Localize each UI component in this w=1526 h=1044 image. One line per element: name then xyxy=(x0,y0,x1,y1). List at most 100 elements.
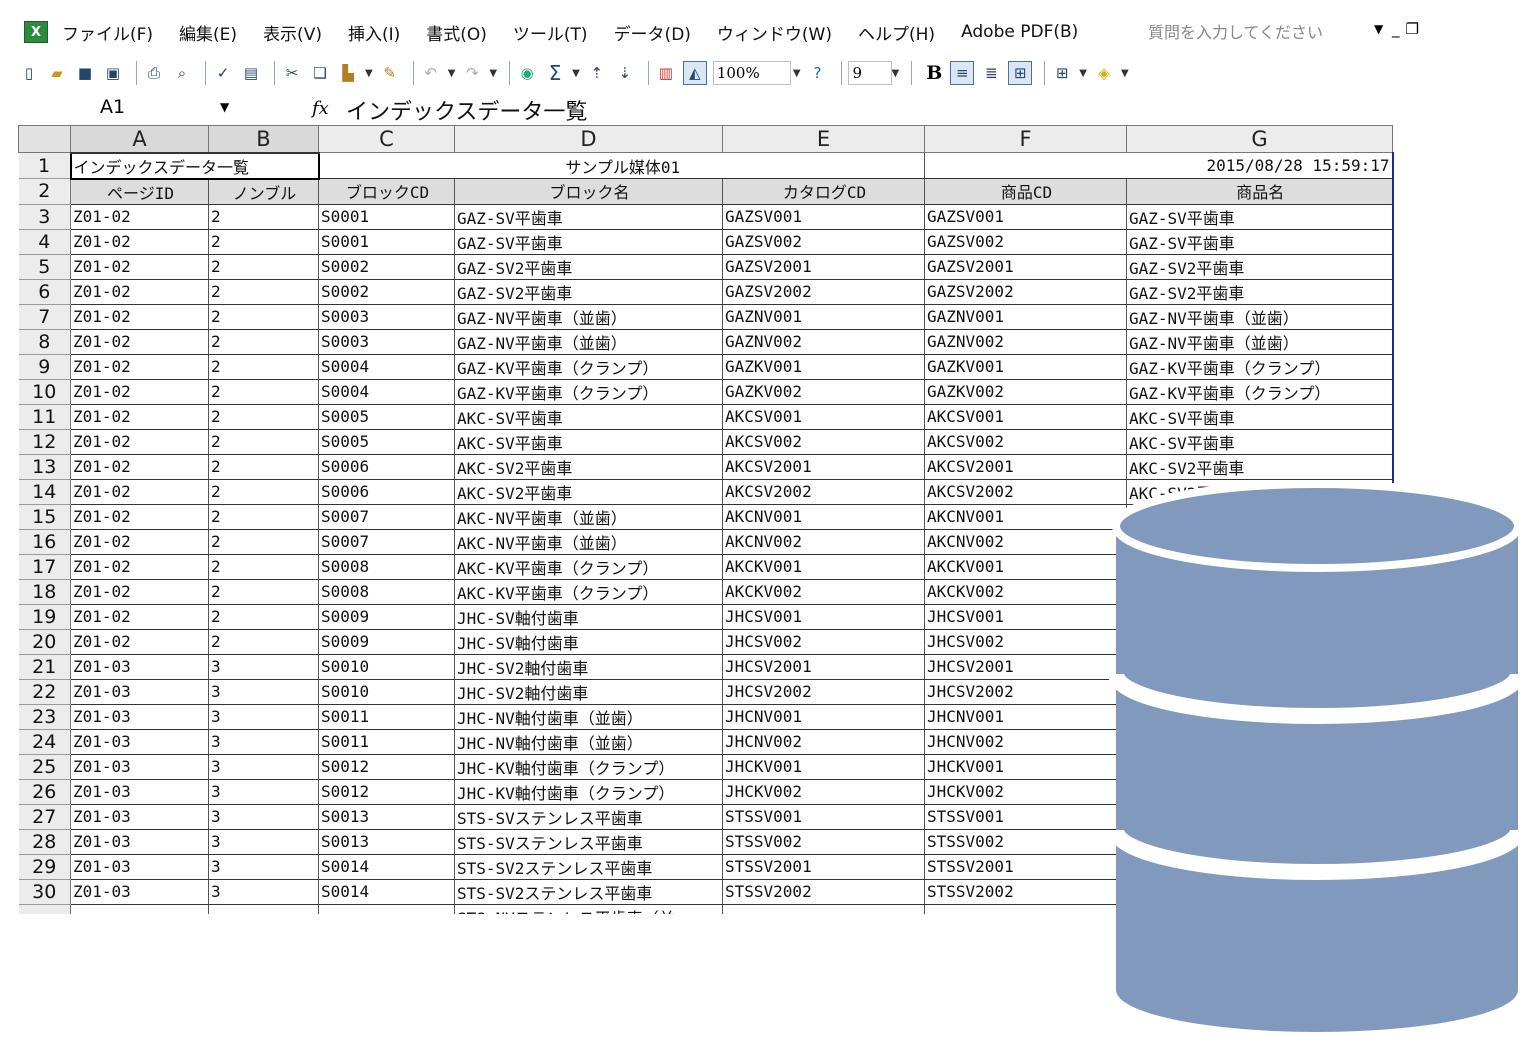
cell-product-cd[interactable]: AKCSV001 xyxy=(924,404,1127,430)
help-icon[interactable]: ? xyxy=(807,62,829,84)
cell-product-cd[interactable]: GAZSV2001 xyxy=(924,254,1127,280)
cell-product-cd[interactable]: STSSV002 xyxy=(924,829,1127,855)
cell-nombre[interactable]: 3 xyxy=(208,654,319,680)
cut-icon[interactable]: ✂ xyxy=(281,62,303,84)
column-header-b[interactable]: B xyxy=(208,125,319,154)
cell-product-name[interactable]: GAZ-SV2平歯車 xyxy=(1126,254,1394,280)
cell-product-cd[interactable]: JHCSV001 xyxy=(924,604,1127,630)
header-cell-catalog-cd[interactable]: カタログCD xyxy=(722,178,925,205)
cell-catalog-cd[interactable] xyxy=(722,904,925,914)
cell-block-cd[interactable]: S0006 xyxy=(318,479,455,505)
cell-block-cd[interactable]: S0011 xyxy=(318,704,455,730)
cell-nombre[interactable]: 2 xyxy=(208,204,319,230)
chart-wizard-icon[interactable]: ▥ xyxy=(655,62,677,84)
cell-page-id[interactable]: Z01-02 xyxy=(70,204,209,230)
cell-nombre[interactable]: 2 xyxy=(208,504,319,530)
cell-nombre[interactable]: 2 xyxy=(208,304,319,330)
column-header-a[interactable]: A xyxy=(70,125,209,154)
cell-page-id[interactable]: Z01-03 xyxy=(70,654,209,680)
format-painter-icon[interactable]: ✎ xyxy=(379,62,401,84)
copy-icon[interactable]: ❏ xyxy=(309,62,331,84)
cell-block-name[interactable]: AKC-SV平歯車 xyxy=(454,404,723,430)
cell-block-cd[interactable]: S0004 xyxy=(318,354,455,380)
cell-nombre[interactable]: 2 xyxy=(208,229,319,255)
menu-help[interactable]: ヘルプ(H) xyxy=(858,20,935,45)
cell-product-cd[interactable]: JHCSV002 xyxy=(924,629,1127,655)
name-box[interactable]: A1 ▼ xyxy=(18,96,248,122)
row-header[interactable]: 16 xyxy=(18,529,71,555)
cell-catalog-cd[interactable]: GAZKV001 xyxy=(722,354,925,380)
row-header[interactable]: 21 xyxy=(18,654,71,680)
cell-nombre[interactable]: 2 xyxy=(208,354,319,380)
zoom-dropdown-icon[interactable]: ▼ xyxy=(793,68,801,79)
cell-catalog-cd[interactable]: JHCSV002 xyxy=(722,629,925,655)
cell-page-id[interactable]: Z01-03 xyxy=(70,779,209,805)
cell-product-cd[interactable]: JHCKV002 xyxy=(924,779,1127,805)
cell-block-name[interactable]: JHC-NV軸付歯車（並歯） xyxy=(454,704,723,730)
cell-block-name[interactable]: GAZ-KV平歯車（クランプ） xyxy=(454,354,723,380)
row-header[interactable]: 14 xyxy=(18,479,71,505)
cell-catalog-cd[interactable]: JHCNV002 xyxy=(722,729,925,755)
cell-block-name[interactable]: STS-SV2ステンレス平歯車 xyxy=(454,854,723,880)
cell-nombre[interactable]: 3 xyxy=(208,754,319,780)
cell-catalog-cd[interactable]: JHCKV001 xyxy=(722,754,925,780)
drawing-icon[interactable]: ◭ xyxy=(682,61,707,85)
column-header-f[interactable]: F xyxy=(924,125,1127,153)
cell-catalog-cd[interactable]: AKCSV2001 xyxy=(722,454,925,480)
fill-color-icon[interactable]: ◈ xyxy=(1093,62,1115,84)
cell-product-cd[interactable]: AKCNV002 xyxy=(924,529,1127,555)
center-icon[interactable]: ≣ xyxy=(980,62,1002,84)
cell-block-name[interactable]: STS-NVステンレス平歯車（並 xyxy=(454,904,723,914)
cell-catalog-cd[interactable]: JHCSV2002 xyxy=(722,679,925,705)
cell-block-cd[interactable]: S0012 xyxy=(318,779,455,805)
cell-nombre[interactable]: 2 xyxy=(208,404,319,430)
cell-block-cd[interactable]: S0006 xyxy=(318,454,455,480)
print-icon[interactable]: ⎙ xyxy=(143,62,165,84)
cell-block-name[interactable]: GAZ-SV2平歯車 xyxy=(454,254,723,280)
cell-block-name[interactable]: AKC-KV平歯車（クランプ） xyxy=(454,579,723,605)
cell-nombre[interactable]: 3 xyxy=(208,854,319,880)
row-header[interactable]: 12 xyxy=(18,429,71,455)
cell-page-id[interactable]: Z01-02 xyxy=(70,404,209,430)
cell-product-name[interactable]: GAZ-KV平歯車（クランプ） xyxy=(1126,354,1394,380)
row-header[interactable]: 10 xyxy=(18,379,71,405)
cell-nombre[interactable]: 3 xyxy=(208,704,319,730)
cell-product-name[interactable]: GAZ-SV2平歯車 xyxy=(1126,279,1394,305)
cell-block-name[interactable]: AKC-SV2平歯車 xyxy=(454,454,723,480)
cell-block-name[interactable]: STS-SV2ステンレス平歯車 xyxy=(454,879,723,905)
research-icon[interactable]: ▤ xyxy=(240,62,262,84)
cell-catalog-cd[interactable]: AKCNV002 xyxy=(722,529,925,555)
cell-page-id[interactable]: Z01-02 xyxy=(70,629,209,655)
row-header[interactable]: 23 xyxy=(18,704,71,730)
row-header[interactable]: 13 xyxy=(18,454,71,480)
cell-block-name[interactable]: STS-SVステンレス平歯車 xyxy=(454,804,723,830)
cell-product-cd[interactable]: AKCNV001 xyxy=(924,504,1127,530)
cell-page-id[interactable]: Z01-02 xyxy=(70,454,209,480)
autosum-icon[interactable]: Σ xyxy=(544,61,566,85)
cell-page-id[interactable]: Z01-02 xyxy=(70,529,209,555)
cell-block-cd[interactable]: S0007 xyxy=(318,504,455,530)
header-cell-block-cd[interactable]: ブロックCD xyxy=(318,178,455,205)
menu-insert[interactable]: 挿入(I) xyxy=(348,20,400,45)
cell-block-name[interactable]: GAZ-NV平歯車（並歯） xyxy=(454,304,723,330)
cell-nombre[interactable]: 3 xyxy=(208,879,319,905)
cell-catalog-cd[interactable]: STSSV002 xyxy=(722,829,925,855)
row-header[interactable]: 9 xyxy=(18,354,71,380)
cell-product-cd[interactable]: AKCSV002 xyxy=(924,429,1127,455)
align-left-icon[interactable]: ≡ xyxy=(950,61,975,85)
cell-catalog-cd[interactable]: GAZKV002 xyxy=(722,379,925,405)
permission-icon[interactable]: ▣ xyxy=(102,62,124,84)
cell-page-id[interactable]: Z01-02 xyxy=(70,379,209,405)
cell-catalog-cd[interactable]: STSSV2002 xyxy=(722,879,925,905)
row-header[interactable]: 26 xyxy=(18,779,71,805)
cell-page-id[interactable]: Z01-02 xyxy=(70,604,209,630)
cell-nombre[interactable]: 3 xyxy=(208,804,319,830)
spelling-icon[interactable]: ✓ xyxy=(212,62,234,84)
merge-center-icon[interactable]: ⊞ xyxy=(1008,61,1033,85)
cell-nombre[interactable]: 2 xyxy=(208,554,319,580)
cell-product-name[interactable]: AKC-SV平歯車 xyxy=(1126,404,1394,430)
cell-a1-title[interactable]: インデックスデータ一覧 xyxy=(69,151,320,180)
cell-nombre[interactable]: 2 xyxy=(208,529,319,555)
cell-catalog-cd[interactable]: AKCSV001 xyxy=(722,404,925,430)
cell-catalog-cd[interactable]: GAZSV2002 xyxy=(722,279,925,305)
